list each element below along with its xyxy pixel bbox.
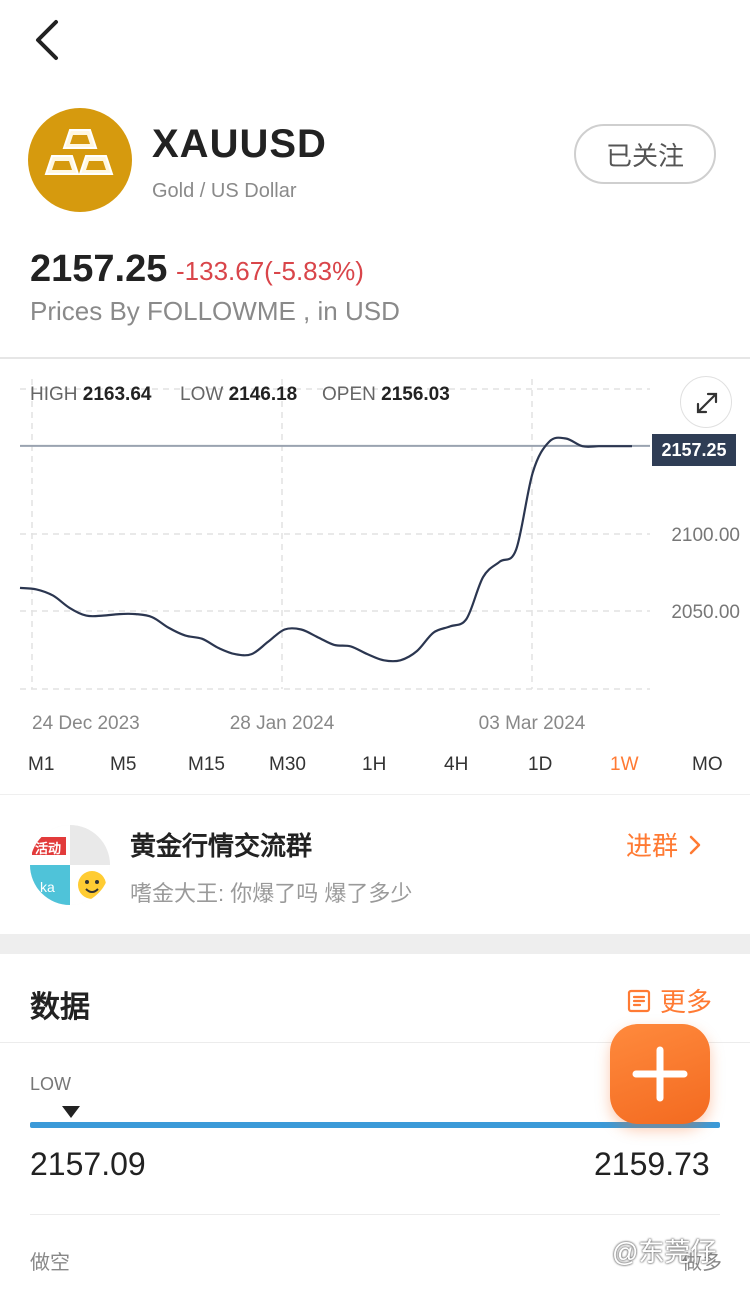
series-line: [19, 436, 632, 663]
divider: [30, 1214, 720, 1215]
range-low-value: 2157.09: [30, 1146, 146, 1182]
chevron-right-icon: [689, 835, 701, 854]
y-tick-label: 2050.00: [671, 602, 740, 623]
join-group-label: 进群: [626, 831, 679, 861]
expand-icon: [696, 392, 718, 414]
avatar-tag-2: ka: [40, 879, 55, 895]
fullscreen-button[interactable]: [680, 376, 732, 428]
timeframe-m5[interactable]: M5: [110, 754, 136, 776]
price-chart[interactable]: 2100.00 2050.00 24 Dec 2023 28 Jan 2024 03 …: [0, 359, 750, 739]
plus-icon: [632, 1046, 688, 1102]
timeframe-m30[interactable]: M30: [269, 754, 306, 776]
avatar-tag: 活动: [35, 841, 62, 856]
join-group-button[interactable]: 进群: [626, 826, 702, 863]
group-last-message: 嗜金大王: 你爆了吗 爆了多少: [130, 881, 413, 906]
timeframe-4h[interactable]: 4H: [444, 754, 468, 776]
price-change: -133.67(-5.83%): [176, 256, 364, 286]
group-name[interactable]: 黄金行情交流群: [130, 826, 312, 863]
stat-high-value: 2163.64: [82, 384, 152, 405]
range-low-label: LOW: [30, 1074, 72, 1094]
add-fab-button[interactable]: [610, 1024, 710, 1124]
section-title: 数据: [30, 991, 90, 1024]
divider: [0, 794, 750, 795]
follow-button[interactable]: 已关注: [574, 124, 716, 184]
group-avatar[interactable]: 活动 ka: [30, 825, 110, 905]
current-price: 2157.25: [30, 248, 168, 290]
price-source: Prices By FOLLOWME , in USD: [30, 296, 400, 326]
sell-label: 做空: [30, 1252, 70, 1274]
instrument-symbol: XAUUSD: [152, 122, 327, 166]
timeframe-m1[interactable]: M1: [28, 754, 54, 776]
stat-high: HIGH 2163.64: [30, 384, 151, 406]
gold-bars-icon: [44, 129, 114, 175]
stat-open-label: OPEN: [322, 384, 376, 405]
timeframe-m15[interactable]: M15: [188, 754, 225, 776]
x-tick-label: 03 Mar 2024: [479, 713, 586, 734]
timeframe-1w[interactable]: 1W: [610, 754, 639, 776]
timeframe-1h[interactable]: 1H: [362, 754, 386, 776]
stat-high-label: HIGH: [30, 384, 78, 405]
list-icon: [627, 989, 651, 1012]
stat-low: LOW 2146.18: [180, 384, 297, 406]
range-marker-icon: [62, 1106, 80, 1118]
chart-grid: [20, 379, 650, 690]
more-button[interactable]: 更多: [626, 982, 712, 1019]
stat-low-label: LOW: [180, 384, 224, 405]
stat-open-value: 2156.03: [381, 384, 450, 405]
last-price-tag: 2157.25: [652, 434, 736, 466]
back-button[interactable]: [30, 18, 70, 62]
gold-logo: [28, 108, 132, 212]
timeframe-mo[interactable]: MO: [692, 754, 723, 776]
y-tick-label: 2100.00: [671, 525, 740, 546]
watermark: @东莞仔: [612, 1237, 717, 1267]
timeframe-1d[interactable]: 1D: [528, 754, 552, 776]
x-axis-labels: 24 Dec 2023 28 Jan 2024 03 Mar 2024: [32, 713, 586, 734]
chevron-left-icon: [36, 20, 58, 60]
instrument-fullname: Gold / US Dollar: [152, 180, 297, 202]
range-high-value: 2159.73: [594, 1146, 710, 1182]
stat-low-value: 2146.18: [228, 384, 298, 405]
y-axis-labels: 2100.00 2050.00: [671, 525, 740, 623]
more-label: 更多: [660, 987, 713, 1017]
stat-open: OPEN 2156.03: [322, 384, 450, 406]
section-divider: [0, 934, 750, 954]
x-tick-label: 28 Jan 2024: [230, 713, 335, 734]
x-tick-label: 24 Dec 2023: [32, 713, 140, 734]
